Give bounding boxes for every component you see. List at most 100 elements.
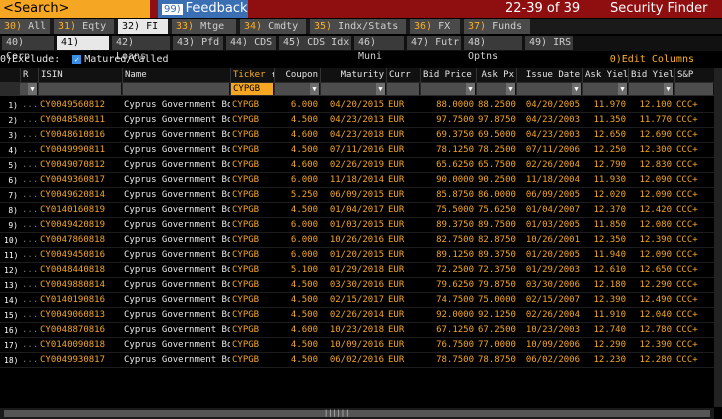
table-row[interactable]: 11)....CY0049450816 Cyprus Government Bon… bbox=[0, 248, 714, 263]
filter-isin[interactable] bbox=[39, 83, 122, 95]
cell-ask-px: 77.0000 bbox=[478, 340, 516, 350]
cell-maturity: 04/23/2018 bbox=[329, 130, 384, 140]
tab-muni[interactable]: 46) Muni bbox=[354, 36, 404, 62]
filter-ticker[interactable]: CYPGB bbox=[231, 83, 274, 95]
tab-corp[interactable]: 40) Corp bbox=[2, 36, 54, 62]
cell-ask-yield: 12.790 bbox=[593, 160, 626, 170]
tab-number: 42) bbox=[116, 37, 135, 48]
row-marker: .... bbox=[22, 265, 38, 275]
table-row[interactable]: 14)....CY0140190816 Cyprus Government Bon… bbox=[0, 293, 714, 308]
cell-bid-yield: 12.390 bbox=[639, 235, 672, 245]
col-header-sp[interactable]: S&P bbox=[674, 68, 714, 82]
table-row[interactable]: 7)....CY0049620814Cyprus Government BonC… bbox=[0, 188, 714, 203]
tab-number: 33) bbox=[176, 21, 195, 32]
cell-ticker: CYPGB bbox=[232, 295, 260, 305]
tab-cds[interactable]: 44) CDS bbox=[226, 36, 276, 50]
tab-loans[interactable]: 42) Loans bbox=[112, 36, 170, 62]
tab-indx-stats[interactable]: 35) Indx/Stats bbox=[310, 19, 406, 34]
filter-sp[interactable] bbox=[675, 83, 714, 95]
matured-called-checkbox[interactable]: ✓ bbox=[72, 54, 82, 64]
col-header-maturity[interactable]: Maturity bbox=[320, 68, 386, 82]
cell-bid-price: 74.7500 bbox=[436, 295, 474, 305]
filter-r[interactable]: ▼ bbox=[20, 83, 38, 95]
tab-irs[interactable]: 49) IRS bbox=[525, 36, 573, 50]
tab-funds[interactable]: 37) Funds bbox=[464, 19, 530, 34]
tab-optns[interactable]: 48) Optns bbox=[464, 36, 522, 62]
filter-curr[interactable] bbox=[387, 83, 420, 95]
col-header-isin[interactable]: ISIN bbox=[38, 68, 122, 82]
table-row[interactable]: 10)....CY0047860818 Cyprus Government Bon… bbox=[0, 233, 714, 248]
row-number: 17) bbox=[4, 341, 19, 350]
tab-mtge[interactable]: 33) Mtge bbox=[172, 19, 236, 34]
cell-coupon: 6.000 bbox=[290, 220, 318, 230]
table-row[interactable]: 6)....CY0049360817Cyprus Government BonC… bbox=[0, 173, 714, 188]
col-header-ticker[interactable]: Ticker ↑ bbox=[230, 68, 274, 82]
cell-isin: CY0048440818 bbox=[40, 265, 106, 275]
col-header-name[interactable]: Name bbox=[122, 68, 230, 82]
cell-bid-yield: 12.100 bbox=[639, 100, 672, 110]
exclude-number: 0) bbox=[0, 54, 13, 65]
filter-maturity[interactable]: ▼ bbox=[321, 83, 386, 95]
tab-number: 46) bbox=[358, 37, 377, 48]
filter-bid-yield[interactable]: ▼ bbox=[629, 83, 674, 95]
table-row[interactable]: 3)....CY0048610816Cyprus Government BonC… bbox=[0, 128, 714, 143]
col-header-r[interactable]: R bbox=[20, 68, 38, 82]
col-header-bid-yield[interactable]: Bid Yield bbox=[628, 68, 674, 82]
table-row[interactable]: 5)....CY0049070812Cyprus Government BonC… bbox=[0, 158, 714, 173]
edit-columns-link[interactable]: 0)Edit Columns bbox=[610, 53, 694, 67]
tab-fi[interactable]: 32) FI bbox=[118, 19, 168, 34]
tab-cmdty[interactable]: 34) Cmdty bbox=[240, 19, 306, 34]
filter-coupon[interactable]: ▼ bbox=[275, 83, 320, 95]
filter-ask-px[interactable]: ▼ bbox=[477, 83, 516, 95]
column-header-row: R ISIN Name Ticker ↑ Coupon Maturity Cur… bbox=[0, 68, 714, 82]
col-header-coupon[interactable]: Coupon bbox=[274, 68, 320, 82]
col-header-issue-date[interactable]: Issue Date bbox=[516, 68, 582, 82]
table-row[interactable]: 4)....CY0049990811Cyprus Government BonC… bbox=[0, 143, 714, 158]
tab-cds-idx[interactable]: 45) CDS Idx bbox=[279, 36, 351, 50]
table-row[interactable]: 15)....CY0049060813 Cyprus Government Bon… bbox=[0, 308, 714, 323]
horizontal-scrollbar[interactable]: |||||| bbox=[0, 408, 714, 419]
table-row[interactable]: 16)....CY0048870816 Cyprus Government Bon… bbox=[0, 323, 714, 338]
table-row[interactable]: 2)....CY0048580811Cyprus Government BonC… bbox=[0, 113, 714, 128]
col-header-curr[interactable]: Curr bbox=[386, 68, 420, 82]
cell-issue-date: 02/26/2004 bbox=[525, 160, 580, 170]
col-header-ask-yield[interactable]: Ask Yield bbox=[582, 68, 628, 82]
table-row[interactable]: 1)....CY0049560812Cyprus Government BonC… bbox=[0, 98, 714, 113]
cell-bid-price: 85.8750 bbox=[436, 190, 474, 200]
vertical-scrollbar[interactable] bbox=[714, 68, 722, 407]
col-header-bid-price[interactable]: Bid Price bbox=[420, 68, 476, 82]
cell-isin: CY0049360817 bbox=[40, 175, 106, 185]
filter-bid-price[interactable]: ▼ bbox=[421, 83, 476, 95]
table-row[interactable]: 18)....CY0049930817 Cyprus Government Bon… bbox=[0, 353, 714, 368]
tab-futr[interactable]: 47) Futr bbox=[407, 36, 461, 50]
feedback-button[interactable]: 99) Feedback bbox=[158, 0, 248, 18]
filter-ask-yield[interactable]: ▼ bbox=[583, 83, 628, 95]
cell-ticker: CYPGB bbox=[232, 340, 260, 350]
cell-issue-date: 04/23/2003 bbox=[525, 115, 580, 125]
cell-ask-yield: 12.610 bbox=[593, 265, 626, 275]
cell-bid-price: 78.1250 bbox=[436, 145, 474, 155]
search-input[interactable]: <Search> bbox=[0, 0, 150, 18]
tab-number: 35) bbox=[314, 21, 333, 32]
tab-fx[interactable]: 36) FX bbox=[410, 19, 460, 34]
cell-bid-yield: 12.300 bbox=[639, 145, 672, 155]
tab-all[interactable]: 30) All bbox=[0, 19, 50, 34]
filter-name[interactable] bbox=[123, 83, 230, 95]
table-row[interactable]: 8)....CY0140160819Cyprus Government BonC… bbox=[0, 203, 714, 218]
tab-pfd[interactable]: 43) Pfd bbox=[173, 36, 223, 50]
table-row[interactable]: 9)....CY0049420819Cyprus Government BonC… bbox=[0, 218, 714, 233]
tab-eqty[interactable]: 31) Eqty bbox=[54, 19, 114, 34]
table-row[interactable]: 12)....CY0048440818 Cyprus Government Bon… bbox=[0, 263, 714, 278]
table-row[interactable]: 17)....CY0140090818 Cyprus Government Bon… bbox=[0, 338, 714, 353]
filter-issue-date[interactable]: ▼ bbox=[517, 83, 582, 95]
cell-sp: CCC+ bbox=[676, 355, 698, 365]
cell-sp: CCC+ bbox=[676, 145, 698, 155]
cell-ask-yield: 12.390 bbox=[593, 295, 626, 305]
horizontal-scrollbar-thumb[interactable]: |||||| bbox=[4, 410, 710, 417]
table-row[interactable]: 13)....CY0049880814 Cyprus Government Bon… bbox=[0, 278, 714, 293]
cell-name: Cyprus Government Bon bbox=[124, 205, 230, 215]
col-header-ask-px[interactable]: Ask Px bbox=[476, 68, 516, 82]
tab-govt[interactable]: 41) Govt bbox=[57, 36, 109, 62]
cell-ask-yield: 12.740 bbox=[593, 325, 626, 335]
cell-issue-date: 01/20/2005 bbox=[525, 250, 580, 260]
